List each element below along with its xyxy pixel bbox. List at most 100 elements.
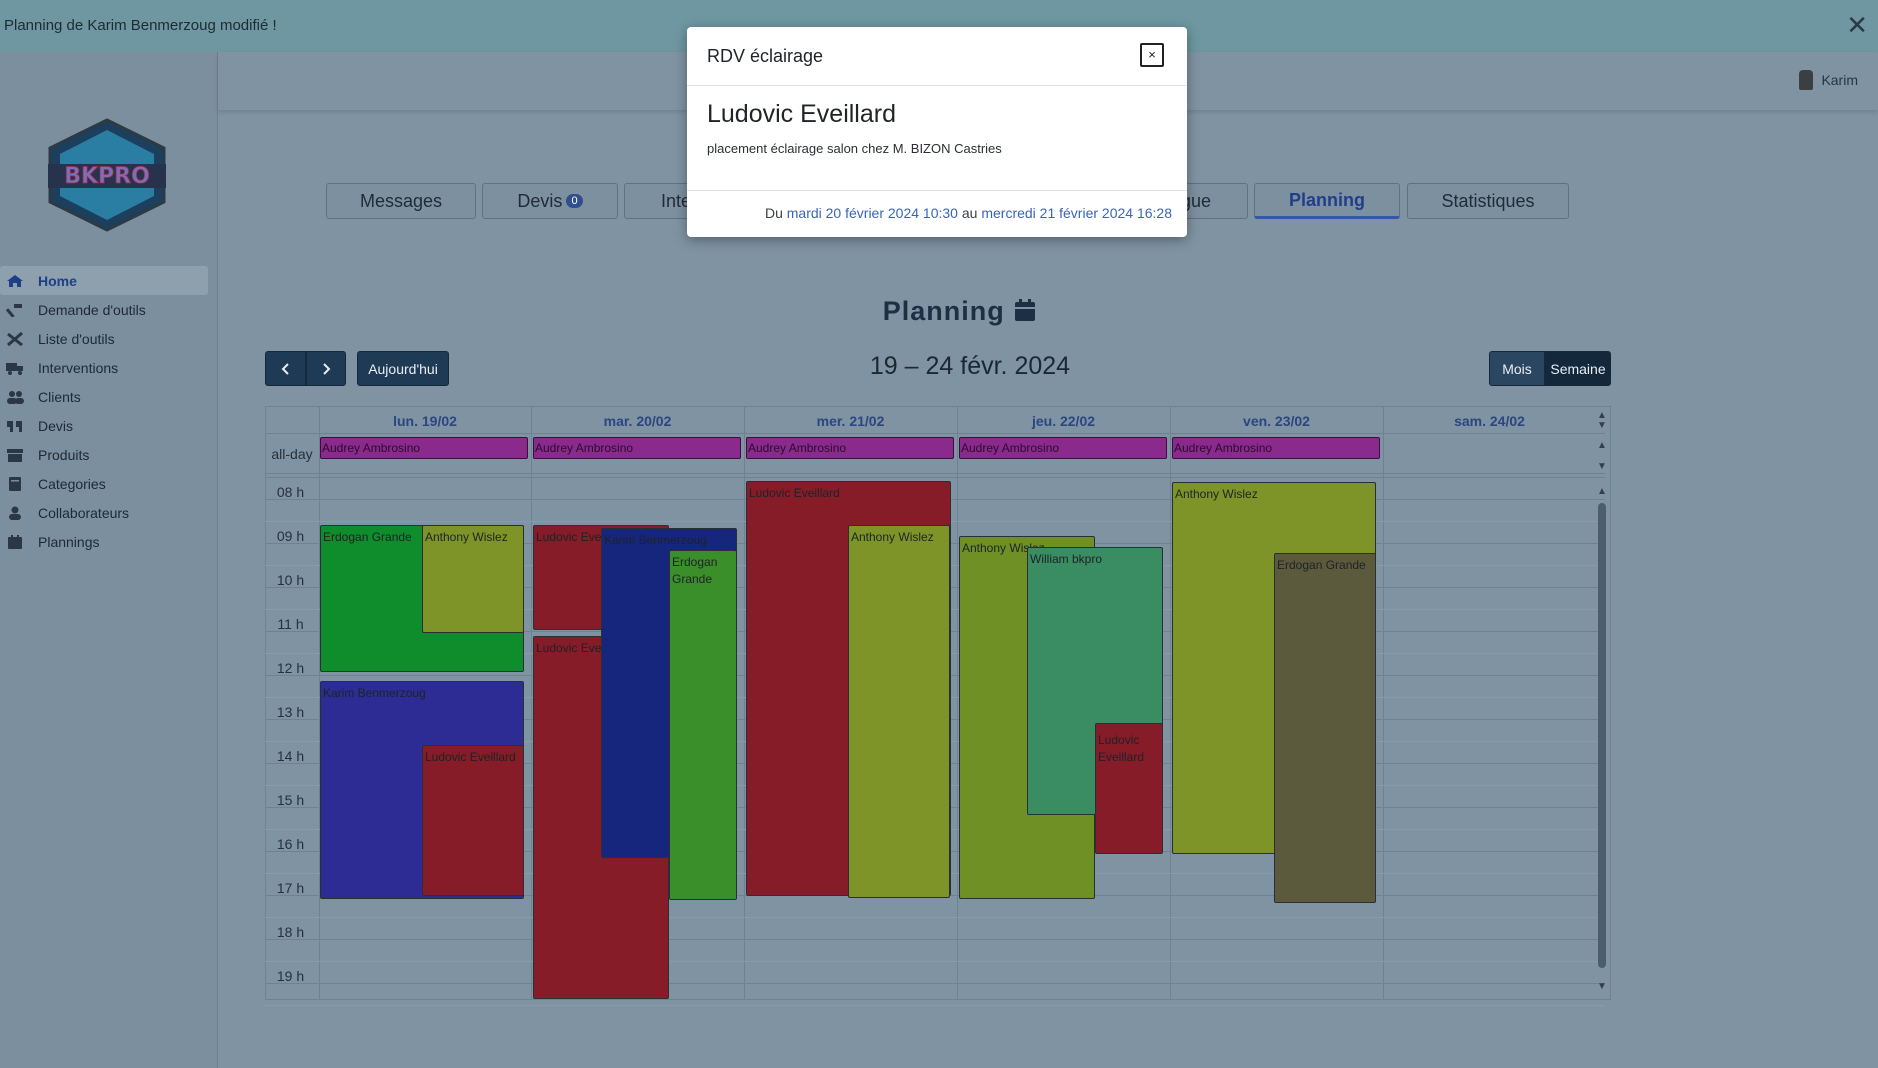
calendar-event[interactable]: Ludovic Eveillard xyxy=(422,745,524,896)
scroll-up-icon[interactable]: ▲ xyxy=(1595,440,1609,451)
company-logo: BKPRO xyxy=(48,118,166,232)
grid-row-line xyxy=(265,477,1605,478)
next-button[interactable] xyxy=(306,351,346,386)
tab-devis[interactable]: Devis 0 xyxy=(482,183,618,219)
grid-row-line xyxy=(265,983,1605,984)
calendar-event[interactable]: Erdogan Grande xyxy=(1274,553,1376,903)
sidebar-item-home[interactable]: Home xyxy=(0,266,208,295)
sidebar-item-devis[interactable]: Devis xyxy=(0,411,208,440)
day-header: ven. 23/02 xyxy=(1243,413,1310,429)
grid-row-line xyxy=(265,917,1605,918)
calendar-event[interactable]: Anthony Wislez xyxy=(422,525,524,633)
calendar-event[interactable]: Anthony Wislez xyxy=(848,525,950,898)
tab-catalogue[interactable]: gue xyxy=(1180,183,1248,219)
tab-label: Statistiques xyxy=(1441,190,1535,211)
grid-row-line xyxy=(265,433,1605,434)
scroll-down-icon[interactable]: ▼ xyxy=(1595,981,1609,992)
sidebar-nav: Home Demande d'outils Liste d'outils Int… xyxy=(0,266,210,556)
day-header: jeu. 22/02 xyxy=(1031,413,1096,429)
user-menu[interactable]: Karim xyxy=(1799,70,1858,90)
tools-icon xyxy=(6,331,24,346)
day-header: mer. 21/02 xyxy=(816,413,885,429)
hour-label: 12 h xyxy=(276,660,305,676)
view-month-button[interactable]: Mois xyxy=(1489,351,1545,386)
sidebar-item-produits[interactable]: Produits xyxy=(0,440,208,469)
hour-label: 18 h xyxy=(276,924,305,940)
sidebar-item-interventions[interactable]: Interventions xyxy=(0,353,208,382)
tab-planning[interactable]: Planning xyxy=(1254,183,1400,219)
tab-label: Devis xyxy=(517,190,563,211)
hour-label: 17 h xyxy=(276,880,305,896)
notification-text: Planning de Karim Benmerzoug modifié ! xyxy=(4,17,277,34)
hour-label: 11 h xyxy=(277,616,304,632)
allday-event[interactable]: Audrey Ambrosino xyxy=(746,437,954,459)
day-header: lun. 19/02 xyxy=(393,413,457,429)
calendar-event[interactable]: Erdogan Grande xyxy=(669,550,737,900)
modal-event-dates: Du mardi 20 février 2024 10:30 au mercre… xyxy=(765,205,1172,221)
grid-column-line xyxy=(957,406,958,1000)
sidebar-item-label: Produits xyxy=(38,446,90,463)
sidebar-item-label: Demande d'outils xyxy=(38,301,146,318)
scroll-up-icon[interactable]: ▲ xyxy=(1595,486,1609,497)
hour-label: 15 h xyxy=(276,792,305,808)
day-header: sam. 24/02 xyxy=(1454,413,1525,429)
user-icon xyxy=(6,506,24,520)
hour-label: 09 h xyxy=(276,528,305,544)
date-prefix: Du xyxy=(764,205,783,221)
sidebar-item-categories[interactable]: Categories xyxy=(0,469,208,498)
date-separator: au xyxy=(961,205,978,221)
event-modal: RDV éclairage × Ludovic Eveillard placem… xyxy=(687,27,1187,237)
hour-label: 16 h xyxy=(276,836,305,852)
sidebar-item-label: Home xyxy=(38,272,77,289)
sidebar-item-clients[interactable]: Clients xyxy=(0,382,208,411)
chevron-left-icon xyxy=(281,362,289,375)
allday-event[interactable]: Audrey Ambrosino xyxy=(959,437,1167,459)
sidebar-item-label: Devis xyxy=(38,417,74,434)
hour-label: 13 h xyxy=(276,704,305,720)
allday-event[interactable]: Audrey Ambrosino xyxy=(1172,437,1380,459)
notification-close-icon[interactable]: ✕ xyxy=(1846,10,1868,40)
page-title: Planning xyxy=(700,296,1220,327)
sidebar-item-plannings[interactable]: Plannings xyxy=(0,527,208,556)
modal-close-button[interactable]: × xyxy=(1140,43,1164,67)
page-title-text: Planning xyxy=(882,296,1005,326)
grid-row-line xyxy=(265,961,1605,962)
allday-event[interactable]: Audrey Ambrosino xyxy=(533,437,741,459)
sidebar-item-label: Clients xyxy=(38,388,81,405)
chevron-right-icon xyxy=(323,362,331,375)
tab-statistiques[interactable]: Statistiques xyxy=(1407,183,1569,219)
devis-count-badge: 0 xyxy=(566,194,583,208)
view-week-button[interactable]: Semaine xyxy=(1545,351,1611,386)
scroll-down-icon[interactable]: ▼ xyxy=(1595,420,1609,431)
sidebar: BKPRO Home Demande d'outils Liste d'outi… xyxy=(0,52,218,1068)
book-icon xyxy=(6,476,24,491)
tab-label: Planning xyxy=(1289,189,1365,210)
hour-label: 08 h xyxy=(276,484,305,500)
calendar-icon xyxy=(1015,299,1036,321)
modal-title: RDV éclairage xyxy=(707,46,824,66)
svg-text:BKPRO: BKPRO xyxy=(64,164,150,189)
date-start: mardi 20 février 2024 10:30 xyxy=(786,205,958,221)
grid-column-line xyxy=(1170,406,1171,1000)
hour-label: 14 h xyxy=(276,748,305,764)
day-header: mar. 20/02 xyxy=(603,413,672,429)
hammer-icon xyxy=(5,303,24,318)
calendar-event[interactable]: Ludovic Eveillard xyxy=(1095,723,1163,854)
tab-messages[interactable]: Messages xyxy=(326,183,476,219)
scroll-down-icon[interactable]: ▼ xyxy=(1595,461,1609,472)
sidebar-item-liste-outils[interactable]: Liste d'outils xyxy=(0,324,208,353)
sidebar-item-demande-outils[interactable]: Demande d'outils xyxy=(0,295,208,324)
allday-event[interactable]: Audrey Ambrosino xyxy=(320,437,528,459)
avatar xyxy=(1799,70,1814,90)
prev-button[interactable] xyxy=(265,351,306,386)
today-button[interactable]: Aujourd'hui xyxy=(357,351,449,386)
calendar-icon xyxy=(6,534,24,549)
grid-column-line xyxy=(531,406,532,1000)
date-end: mercredi 21 février 2024 16:28 xyxy=(981,205,1172,221)
tab-label: Messages xyxy=(359,190,443,211)
box-icon xyxy=(6,448,24,462)
allday-label: all-day xyxy=(271,446,313,462)
vertical-scrollbar[interactable] xyxy=(1598,503,1606,968)
sidebar-item-collaborateurs[interactable]: Collaborateurs xyxy=(0,498,208,527)
grid-column-line xyxy=(1383,406,1384,1000)
